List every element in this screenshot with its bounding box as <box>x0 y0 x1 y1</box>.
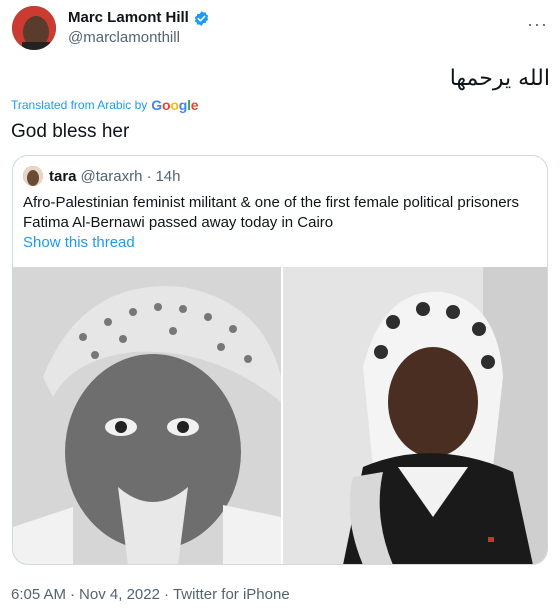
quoted-avatar <box>23 166 43 186</box>
show-thread-link[interactable]: Show this thread <box>23 234 135 251</box>
photo-left[interactable] <box>13 267 281 564</box>
author-name-row[interactable]: Marc Lamont Hill <box>68 9 210 27</box>
quoted-media[interactable] <box>13 267 547 564</box>
quoted-time: 14h <box>155 167 181 185</box>
author-avatar[interactable] <box>12 6 56 50</box>
translated-label: Translated from Arabic by <box>11 98 148 112</box>
quoted-handle: @taraxrh <box>80 167 143 185</box>
author-handle[interactable]: @marclamonthill <box>68 28 210 48</box>
quoted-separator: · <box>146 167 152 185</box>
google-logo-icon: Google <box>151 97 199 113</box>
quoted-name: tara <box>49 167 77 185</box>
tweet-original-text: الله يرحمها <box>449 66 550 91</box>
tweet-translation: God bless her <box>11 121 130 142</box>
quoted-text: Afro-Palestinian feminist militant & one… <box>23 194 520 231</box>
tweet-date[interactable]: Nov 4, 2022 <box>79 586 160 603</box>
footer-separator: · <box>163 586 169 603</box>
author-block: Marc Lamont Hill @marclamonthill <box>68 9 210 48</box>
quoted-tweet-header: tara @taraxrh · 14h <box>23 166 180 186</box>
verified-badge-icon <box>194 10 209 26</box>
photo-right[interactable] <box>283 267 547 564</box>
tweet-time[interactable]: 6:05 AM <box>11 586 66 603</box>
more-options-icon[interactable]: ··· <box>527 14 548 35</box>
author-name[interactable]: Marc Lamont Hill <box>68 9 189 27</box>
footer-separator: · <box>70 586 76 603</box>
quoted-tweet[interactable]: tara @taraxrh · 14h Afro-Palestinian fem… <box>12 155 548 565</box>
tweet-footer: 6:05 AM · Nov 4, 2022 · Twitter for iPho… <box>11 586 290 603</box>
tweet-source[interactable]: Twitter for iPhone <box>173 586 290 603</box>
translation-attribution[interactable]: Translated from Arabic by Google <box>11 97 199 113</box>
